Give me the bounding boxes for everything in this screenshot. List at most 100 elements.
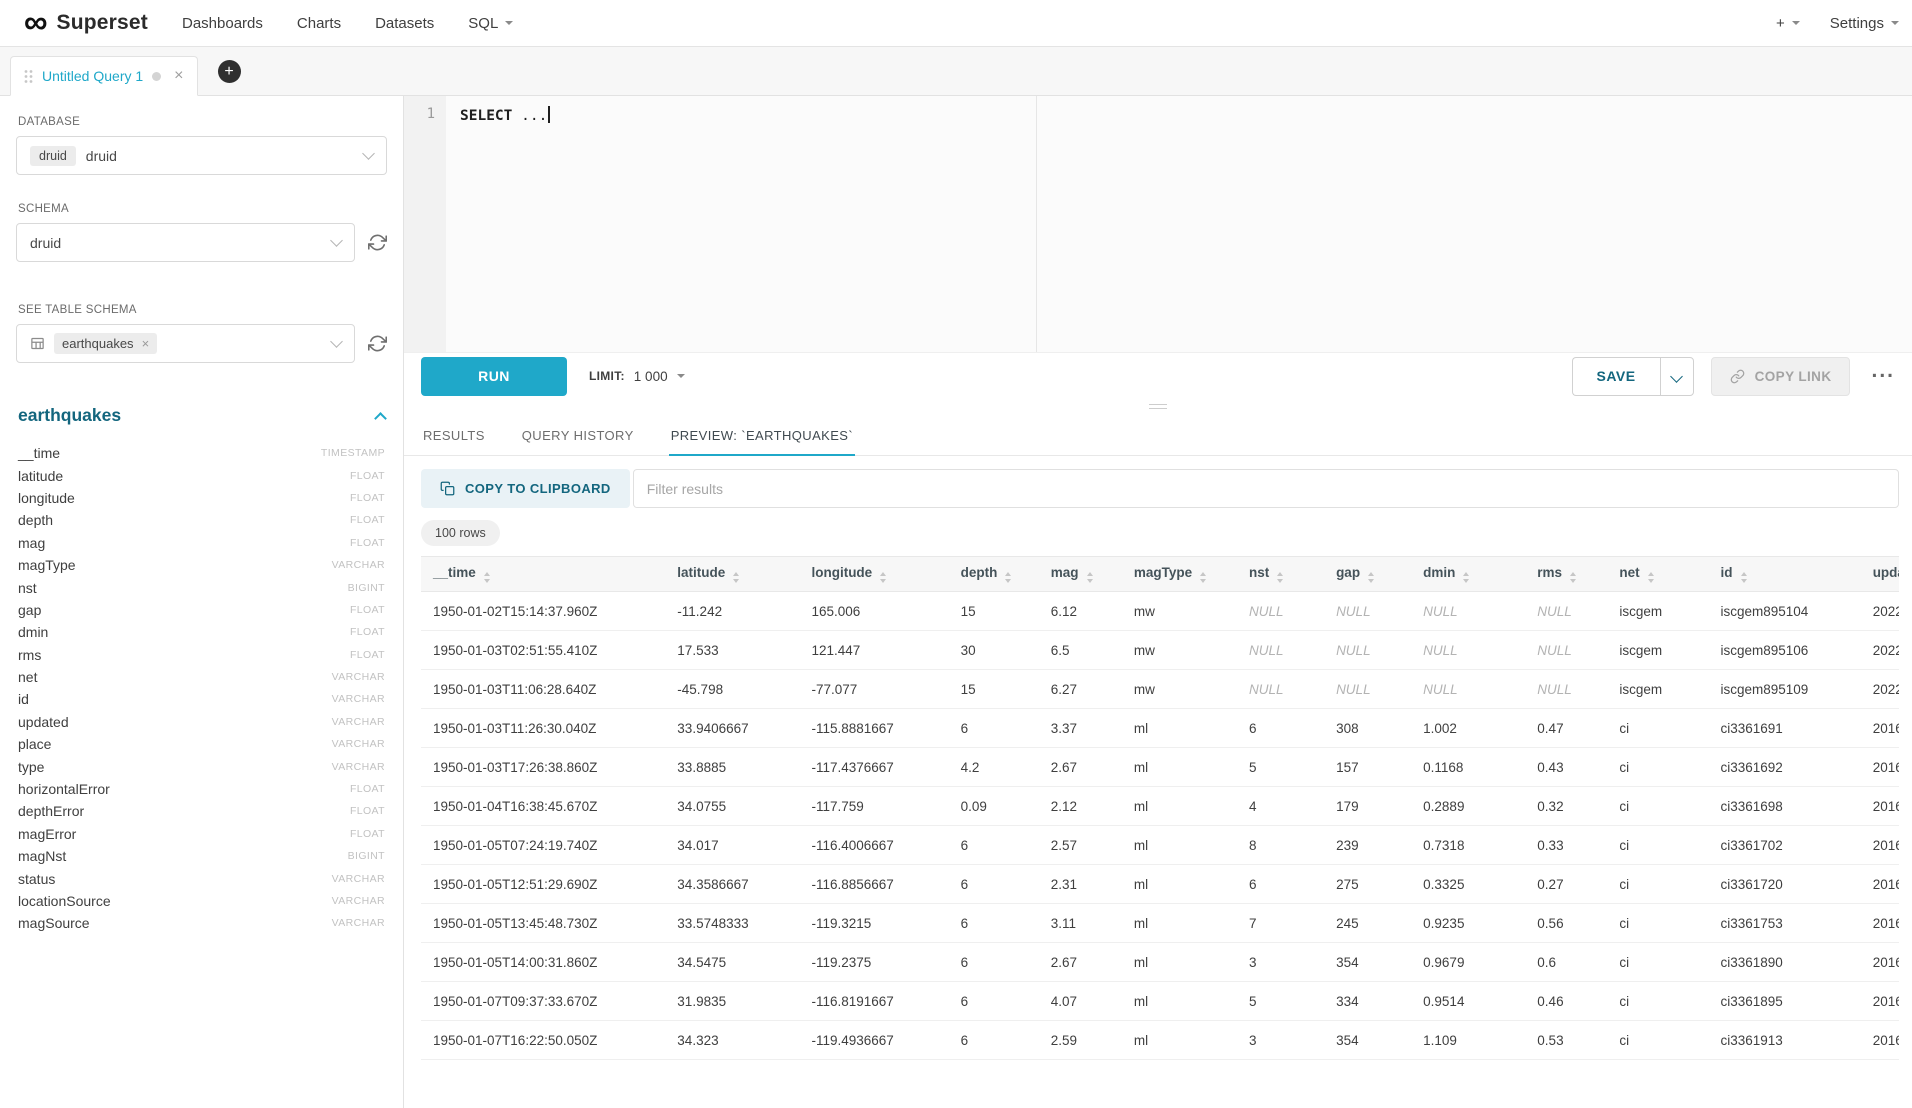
column-header-depth[interactable]: depth	[949, 557, 1039, 592]
table-cell: iscgem895104	[1709, 592, 1861, 631]
table-cell: ci	[1607, 1021, 1708, 1060]
schema-column-row[interactable]: idVARCHAR	[16, 688, 387, 710]
table-cell: -119.4936667	[799, 1021, 948, 1060]
table-cell: 0.43	[1525, 748, 1607, 787]
table-cell: ci	[1607, 826, 1708, 865]
schema-column-row[interactable]: depthErrorFLOAT	[16, 800, 387, 822]
column-name: rms	[18, 647, 41, 663]
save-button[interactable]: SAVE	[1572, 357, 1660, 396]
column-header-latitude[interactable]: latitude	[665, 557, 799, 592]
refresh-tables-icon[interactable]	[368, 334, 387, 353]
table-cell: 2.59	[1039, 1021, 1122, 1060]
database-select[interactable]: druid druid	[16, 136, 387, 175]
settings-dropdown-button[interactable]: Settings	[1830, 15, 1899, 32]
column-header-id[interactable]: id	[1709, 557, 1861, 592]
results-tab-query-history[interactable]: QUERY HISTORY	[520, 414, 636, 456]
table-cell: NULL	[1324, 670, 1411, 709]
table-name[interactable]: earthquakes	[18, 405, 121, 426]
table-cell: ci	[1607, 787, 1708, 826]
line-number: 1	[427, 106, 435, 122]
table-cell: 2016-0	[1861, 904, 1899, 943]
table-cell: 334	[1324, 982, 1411, 1021]
text-cursor	[548, 106, 550, 123]
schema-column-row[interactable]: __timeTIMESTAMP	[16, 442, 387, 464]
pane-splitter[interactable]	[404, 399, 1912, 414]
column-header-dmin[interactable]: dmin	[1411, 557, 1525, 592]
column-header-time[interactable]: __time	[421, 557, 665, 592]
schema-column-row[interactable]: updatedVARCHAR	[16, 711, 387, 733]
limit-label: LIMIT:	[589, 369, 625, 383]
schema-column-row[interactable]: statusVARCHAR	[16, 867, 387, 889]
superset-logo[interactable]: ∞ Superset	[24, 9, 148, 38]
column-header-gap[interactable]: gap	[1324, 557, 1411, 592]
table-cell: 2.31	[1039, 865, 1122, 904]
schema-column-row[interactable]: locationSourceVARCHAR	[16, 890, 387, 912]
schema-column-row[interactable]: magErrorFLOAT	[16, 823, 387, 845]
column-type: VARCHAR	[332, 761, 385, 773]
table-cell: -45.798	[665, 670, 799, 709]
remove-table-icon[interactable]: ×	[142, 337, 150, 350]
schema-column-row[interactable]: typeVARCHAR	[16, 755, 387, 777]
table-cell: NULL	[1411, 592, 1525, 631]
nav-item-sql[interactable]: SQL	[468, 15, 513, 32]
nav-item-dashboards[interactable]: Dashboards	[182, 15, 263, 32]
column-header-updated[interactable]: updated	[1861, 557, 1899, 592]
schema-column-row[interactable]: longitudeFLOAT	[16, 487, 387, 509]
table-select[interactable]: earthquakes ×	[16, 324, 355, 363]
table-cell: iscgem	[1607, 592, 1708, 631]
schema-column-row[interactable]: gapFLOAT	[16, 599, 387, 621]
results-tab-preview-earthquakes[interactable]: PREVIEW: `EARTHQUAKES`	[669, 414, 855, 456]
schema-column-row[interactable]: magTypeVARCHAR	[16, 554, 387, 576]
chevron-up-icon[interactable]	[374, 412, 387, 425]
save-dropdown-button[interactable]	[1660, 357, 1694, 396]
schema-column-row[interactable]: netVARCHAR	[16, 666, 387, 688]
add-tab-button[interactable]: +	[218, 60, 241, 83]
chevron-down-icon	[330, 335, 343, 348]
table-cell: ml	[1122, 787, 1237, 826]
copy-to-clipboard-button[interactable]: COPY TO CLIPBOARD	[421, 469, 630, 508]
schema-column-row[interactable]: latitudeFLOAT	[16, 464, 387, 486]
column-name: mag	[18, 535, 45, 551]
sort-desc-icon	[1463, 579, 1469, 583]
close-tab-icon[interactable]: ×	[174, 68, 183, 84]
sqllab-main-pane: 1 SELECT ... RUN LIMIT: 1 000 SAVE	[404, 96, 1912, 1108]
schema-column-row[interactable]: dminFLOAT	[16, 621, 387, 643]
sql-editor[interactable]: 1 SELECT ...	[404, 96, 1912, 353]
nav-item-datasets[interactable]: Datasets	[375, 15, 434, 32]
refresh-schemas-icon[interactable]	[368, 233, 387, 252]
navbar-right: + Settings	[1776, 15, 1899, 32]
database-value: druid	[86, 148, 117, 164]
more-options-button[interactable]: ...	[1867, 371, 1899, 381]
table-cell: NULL	[1525, 631, 1607, 670]
column-header-magtype[interactable]: magType	[1122, 557, 1237, 592]
table-cell: ci	[1607, 748, 1708, 787]
schema-column-row[interactable]: magNstBIGINT	[16, 845, 387, 867]
copy-link-button[interactable]: COPY LINK	[1711, 357, 1851, 396]
column-header-nst[interactable]: nst	[1237, 557, 1324, 592]
column-header-mag[interactable]: mag	[1039, 557, 1122, 592]
schema-column-row[interactable]: magFLOAT	[16, 532, 387, 554]
table-cell: -116.8191667	[799, 982, 948, 1021]
filter-results-input[interactable]	[633, 469, 1899, 508]
schema-column-row[interactable]: magSourceVARCHAR	[16, 912, 387, 934]
limit-dropdown[interactable]: LIMIT: 1 000	[589, 369, 685, 384]
schema-column-row[interactable]: depthFLOAT	[16, 509, 387, 531]
sort-desc-icon	[733, 579, 739, 583]
column-header-net[interactable]: net	[1607, 557, 1708, 592]
schema-column-row[interactable]: horizontalErrorFLOAT	[16, 778, 387, 800]
column-header-longitude[interactable]: longitude	[799, 557, 948, 592]
schema-column-row[interactable]: rmsFLOAT	[16, 644, 387, 666]
nav-item-charts[interactable]: Charts	[297, 15, 341, 32]
schema-column-row[interactable]: placeVARCHAR	[16, 733, 387, 755]
settings-label: Settings	[1830, 15, 1884, 32]
sort-desc-icon	[1005, 579, 1011, 583]
new-dropdown-button[interactable]: +	[1776, 15, 1800, 32]
sort-asc-icon	[1005, 572, 1011, 576]
results-tab-results[interactable]: RESULTS	[421, 414, 487, 456]
run-button[interactable]: RUN	[421, 357, 567, 396]
schema-column-row[interactable]: nstBIGINT	[16, 576, 387, 598]
schema-select[interactable]: druid	[16, 223, 355, 262]
column-name: horizontalError	[18, 781, 110, 797]
query-tab-active[interactable]: Untitled Query 1 ×	[10, 56, 198, 96]
column-header-rms[interactable]: rms	[1525, 557, 1607, 592]
